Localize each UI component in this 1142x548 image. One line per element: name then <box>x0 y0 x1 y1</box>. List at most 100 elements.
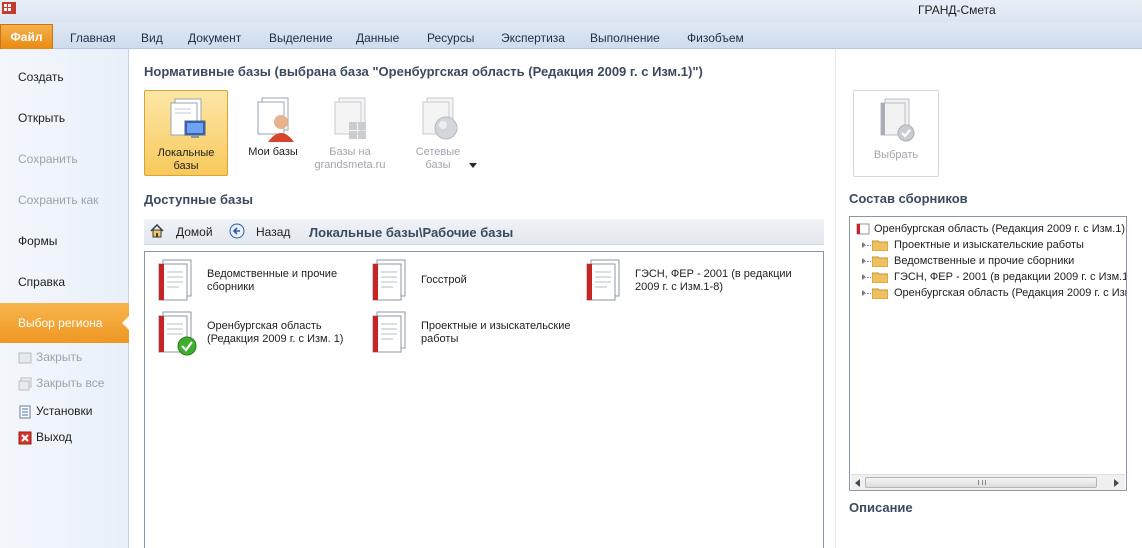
window-title: ГРАНД-Смета <box>918 3 996 17</box>
base-name-line2: сборники <box>207 281 255 293</box>
scroll-left-icon[interactable] <box>855 479 860 487</box>
local-bases-icon <box>170 98 206 138</box>
menu-save-as[interactable]: Сохранить как <box>0 180 129 220</box>
list-item-selected[interactable]: Оренбургская область (Редакция 2009 г. с … <box>153 310 353 358</box>
tab-file[interactable]: Файл <box>0 24 53 49</box>
grandsmeta-bases-label-1: Базы на <box>329 146 371 158</box>
back-arrow-icon[interactable] <box>229 223 245 239</box>
select-base-icon <box>880 98 915 142</box>
home-icon[interactable] <box>150 224 164 238</box>
base-book-icon <box>372 259 406 301</box>
tab-physvolume[interactable]: Физобъем <box>687 31 744 45</box>
close-doc-icon <box>18 352 32 364</box>
bases-list: Ведомственные и прочие сборники Госстрой … <box>144 251 824 548</box>
tree-item-label: Ведомственные и прочие сборники <box>894 255 1075 267</box>
list-item[interactable]: Проектные и изыскательские работы <box>367 310 587 358</box>
network-bases-label-1: Сетевые <box>415 146 461 158</box>
base-book-icon <box>586 259 620 301</box>
tab-expertise[interactable]: Экспертиза <box>501 31 565 45</box>
base-name-line1: Ведомственные и прочие <box>207 268 338 280</box>
tab-selection[interactable]: Выделение <box>269 31 333 45</box>
menu-create[interactable]: Создать <box>0 57 129 97</box>
select-button[interactable]: Выбрать <box>853 90 939 177</box>
menu-select-region[interactable]: Выбор региона <box>0 303 130 343</box>
menu-open[interactable]: Открыть <box>0 98 129 138</box>
my-bases-icon <box>257 97 294 142</box>
bases-navbar: Домой Назад Локальные базы\Рабочие базы <box>144 219 824 245</box>
menu-close[interactable]: Закрыть <box>18 347 82 367</box>
menu-close-label: Закрыть <box>36 350 83 364</box>
horizontal-scrollbar[interactable] <box>851 474 1125 490</box>
expand-arrow-icon[interactable] <box>862 258 866 264</box>
app-icon <box>2 2 16 14</box>
tab-view[interactable]: Вид <box>141 31 163 45</box>
tab-execution[interactable]: Выполнение <box>590 31 660 45</box>
menu-save[interactable]: Сохранить <box>0 139 129 179</box>
tree-item-label: Проектные и изыскательские работы <box>894 239 1084 251</box>
exit-icon <box>18 431 32 445</box>
list-item[interactable]: ГЭСН, ФЕР - 2001 (в редакции 2009 г. с Из… <box>581 258 811 306</box>
menu-settings-label: Установки <box>36 404 93 418</box>
base-name-line2: (Редакция 2009 г. с Изм. 1) <box>207 333 344 345</box>
folder-icon <box>872 272 888 283</box>
expand-arrow-icon[interactable] <box>862 242 866 248</box>
local-bases-label-2: базы <box>173 160 199 172</box>
close-all-icon <box>18 377 32 391</box>
panel-splitter[interactable] <box>835 49 836 548</box>
list-item[interactable]: Госстрой <box>367 258 567 306</box>
menu-settings[interactable]: Установки <box>18 401 92 421</box>
title-bar: ГРАНД-Смета <box>0 0 1142 22</box>
backstage-menu: Создать Открыть Сохранить Сохранить как … <box>0 49 130 548</box>
base-book-icon <box>158 311 197 356</box>
menu-close-all[interactable]: Закрыть все <box>18 373 104 393</box>
breadcrumb: Локальные базы\Рабочие базы <box>309 225 514 240</box>
grandsmeta-bases-label-2: grandsmeta.ru <box>314 159 386 171</box>
base-book-icon <box>372 311 406 353</box>
tab-document[interactable]: Документ <box>188 31 241 45</box>
folder-icon <box>872 240 888 251</box>
base-name-line1: ГЭСН, ФЕР - 2001 (в редакции <box>635 268 792 280</box>
available-title: Доступные базы <box>144 192 253 207</box>
nav-home[interactable]: Домой <box>176 225 213 239</box>
local-bases-button[interactable]: Локальные базы <box>144 90 228 176</box>
tab-data[interactable]: Данные <box>356 31 399 45</box>
folder-icon <box>872 256 888 267</box>
composition-tree: Оренбургская область (Редакция 2009 г. с… <box>849 216 1127 491</box>
network-bases-icon <box>422 97 458 140</box>
tree-item-label: Оренбургская область (Редакция 2009 г. с… <box>894 287 1127 299</box>
base-name-line1: Проектные и изыскательские <box>421 320 571 332</box>
my-bases-button[interactable]: Мои базы <box>231 90 315 176</box>
nav-back[interactable]: Назад <box>256 225 290 239</box>
network-bases-dropdown-icon[interactable] <box>469 163 477 168</box>
base-name-line2: 2009 г. с Изм.1-8) <box>635 281 723 293</box>
tree-root-label: Оренбургская область (Редакция 2009 г. с… <box>874 223 1126 235</box>
menu-exit-label: Выход <box>36 430 72 444</box>
ribbon-tabbar: Файл Главная Вид Документ Выделение Данн… <box>0 22 1142 49</box>
tab-home[interactable]: Главная <box>70 31 116 45</box>
tree-item-label: ГЭСН, ФЕР - 2001 (в редакции 2009 г. с И… <box>894 271 1127 283</box>
expand-arrow-icon[interactable] <box>862 290 866 296</box>
menu-forms[interactable]: Формы <box>0 221 129 261</box>
menu-help[interactable]: Справка <box>0 262 129 302</box>
settings-doc-icon <box>19 405 31 419</box>
scroll-right-icon[interactable] <box>1114 479 1119 487</box>
network-bases-label-2: базы <box>425 159 451 171</box>
expand-arrow-icon[interactable] <box>862 274 866 280</box>
base-name-line1: Оренбургская область <box>207 320 322 332</box>
base-name-line1: Госстрой <box>421 274 467 286</box>
grandsmeta-bases-button[interactable]: Базы на grandsmeta.ru <box>308 90 392 176</box>
list-item[interactable]: Ведомственные и прочие сборники <box>153 258 353 306</box>
network-bases-button[interactable]: Сетевые базы <box>396 90 480 176</box>
base-name-line2: работы <box>421 333 459 345</box>
scroll-thumb[interactable] <box>865 477 1097 488</box>
menu-close-all-label: Закрыть все <box>36 376 105 390</box>
tab-resources[interactable]: Ресурсы <box>427 31 474 45</box>
menu-exit[interactable]: Выход <box>18 427 72 447</box>
description-title: Описание <box>849 500 913 515</box>
normative-title: Нормативные базы (выбрана база "Оренбург… <box>144 64 703 79</box>
composition-title: Состав сборников <box>849 191 968 206</box>
folder-icon <box>872 288 888 299</box>
base-root-icon <box>856 223 870 235</box>
my-bases-label-1: Мои базы <box>248 146 298 158</box>
scroll-grip-icon <box>978 480 986 485</box>
